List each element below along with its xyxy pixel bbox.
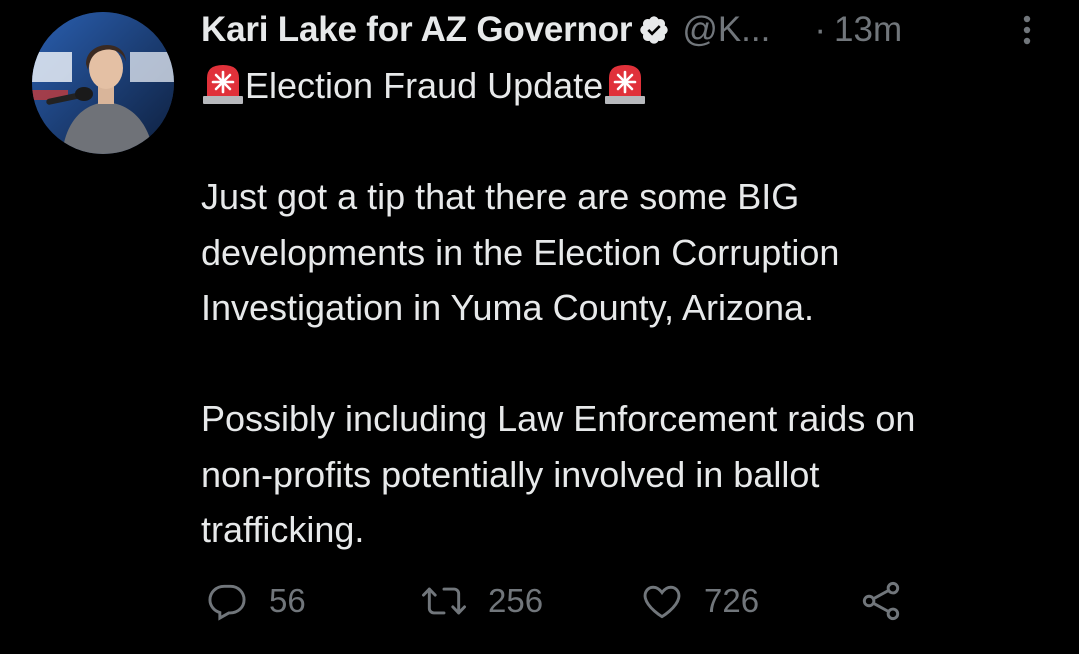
tweet-text: Election Fraud Update Just got a tip tha… (201, 58, 1061, 558)
share-button[interactable] (858, 578, 904, 624)
author-name[interactable]: Kari Lake for AZ Governor (201, 10, 633, 50)
like-button[interactable]: 726 (640, 578, 759, 624)
body-line: Investigation in Yuma County, Arizona. (201, 287, 815, 328)
siren-emoji-icon (203, 65, 243, 104)
retweet-icon (422, 587, 466, 615)
body-line: Possibly including Law Enforcement raids… (201, 398, 916, 439)
author-handle[interactable]: @K... (682, 10, 770, 50)
more-options-icon[interactable] (1020, 12, 1034, 48)
body-line: Just got a tip that there are some BIG (201, 176, 800, 217)
body-line: trafficking. (201, 509, 365, 550)
headline-text: Election Fraud Update (245, 65, 604, 106)
timestamp[interactable]: 13m (834, 10, 902, 50)
tweet-header: Kari Lake for AZ Governor @K... · 13m (201, 8, 1041, 52)
reply-icon (208, 584, 246, 621)
retweet-button[interactable]: 256 (420, 578, 543, 624)
body-line: non-profits potentially involved in ball… (201, 453, 820, 495)
separator-dot: · (814, 10, 827, 49)
share-icon (862, 581, 900, 621)
reply-count: 56 (269, 582, 306, 619)
action-bar: 56 256 726 (0, 578, 1079, 624)
avatar[interactable] (32, 12, 174, 154)
body-line: developments in the Election Corruption (201, 231, 840, 273)
like-count: 726 (704, 582, 760, 619)
headline-line: Election Fraud Update (201, 58, 1061, 114)
heart-icon (643, 585, 681, 619)
tweet[interactable]: Kari Lake for AZ Governor @K... · 13m El… (0, 0, 1079, 654)
reply-button[interactable]: 56 (205, 578, 306, 624)
verified-badge-icon (640, 16, 668, 44)
siren-emoji-icon (605, 65, 646, 104)
retweet-count: 256 (488, 582, 544, 619)
